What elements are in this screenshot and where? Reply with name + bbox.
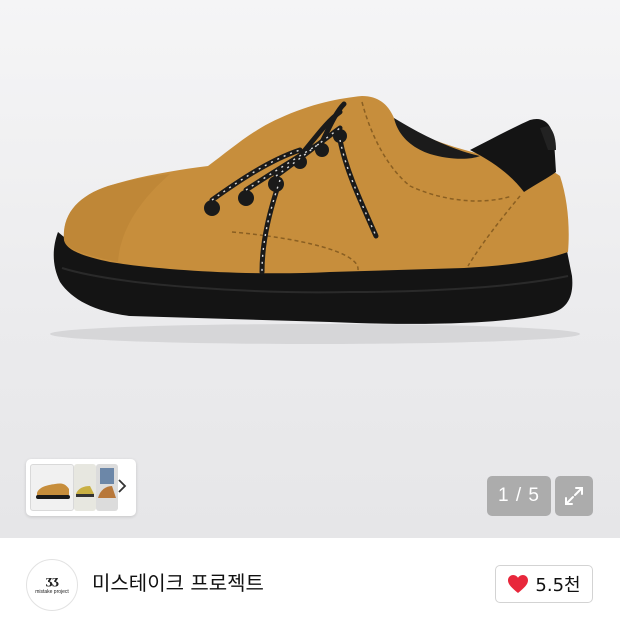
product-gallery[interactable]: 1 / 5	[0, 0, 620, 538]
page-counter: 1 / 5	[487, 476, 551, 516]
chevron-right-icon[interactable]	[112, 476, 132, 500]
thumbnail-1[interactable]	[30, 464, 74, 511]
expand-icon	[565, 487, 583, 505]
thumbnail-2[interactable]	[74, 464, 96, 511]
product-image	[50, 96, 580, 344]
shop-name[interactable]: 미스테이크 프로젝트	[92, 568, 264, 598]
heart-icon	[508, 575, 529, 593]
shop-bar: ʒʒ mistake project 미스테이크 프로젝트 5.5천	[0, 538, 620, 620]
logo-text: mistake project	[35, 588, 69, 595]
like-button[interactable]: 5.5천	[495, 565, 593, 603]
like-count: 5.5천	[535, 575, 581, 596]
expand-button[interactable]	[555, 476, 593, 516]
shop-logo[interactable]: ʒʒ mistake project	[26, 559, 78, 611]
logo-mark: ʒʒ	[45, 573, 59, 587]
